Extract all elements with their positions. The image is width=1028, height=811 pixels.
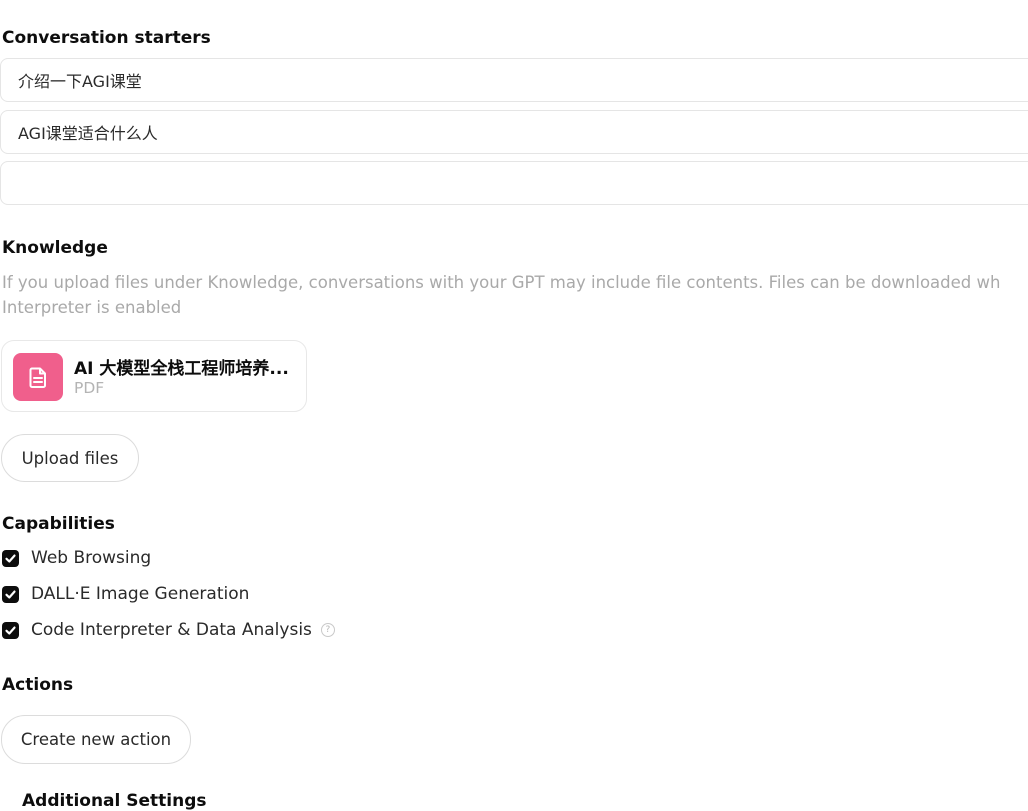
conversation-starters-heading: Conversation starters (2, 28, 211, 48)
checkbox-checked-icon[interactable] (2, 585, 19, 603)
capability-label: Code Interpreter & Data Analysis (31, 620, 312, 640)
knowledge-help-text: If you upload files under Knowledge, con… (2, 270, 1028, 320)
info-icon[interactable]: ? (320, 623, 335, 637)
knowledge-help-line-2: Interpreter is enabled (2, 298, 182, 317)
conversation-starter-input-1[interactable] (0, 58, 1028, 102)
capability-label: Web Browsing (31, 548, 152, 568)
file-name: AI 大模型全栈工程师培养... (74, 359, 289, 379)
actions-heading: Actions (2, 675, 74, 695)
checkbox-checked-icon[interactable] (2, 621, 19, 639)
capability-dalle-image-generation[interactable]: DALL·E Image Generation (2, 581, 249, 607)
file-type: PDF (74, 379, 105, 397)
capability-label: DALL·E Image Generation (31, 584, 250, 604)
knowledge-help-line-1: If you upload files under Knowledge, con… (2, 273, 1001, 292)
checkbox-checked-icon[interactable] (2, 549, 19, 567)
knowledge-file-card[interactable]: AI 大模型全栈工程师培养... PDF (1, 340, 307, 412)
capabilities-heading: Capabilities (2, 514, 115, 534)
knowledge-heading: Knowledge (2, 238, 108, 258)
upload-files-button[interactable]: Upload files (1, 434, 139, 482)
additional-settings-heading[interactable]: Additional Settings (22, 791, 207, 811)
create-new-action-button[interactable]: Create new action (1, 715, 191, 764)
capability-web-browsing[interactable]: Web Browsing (2, 545, 151, 571)
document-icon (13, 353, 63, 401)
conversation-starter-input-2[interactable] (0, 110, 1028, 154)
capability-code-interpreter[interactable]: Code Interpreter & Data Analysis ? (2, 617, 335, 643)
conversation-starter-input-3[interactable] (0, 161, 1028, 205)
